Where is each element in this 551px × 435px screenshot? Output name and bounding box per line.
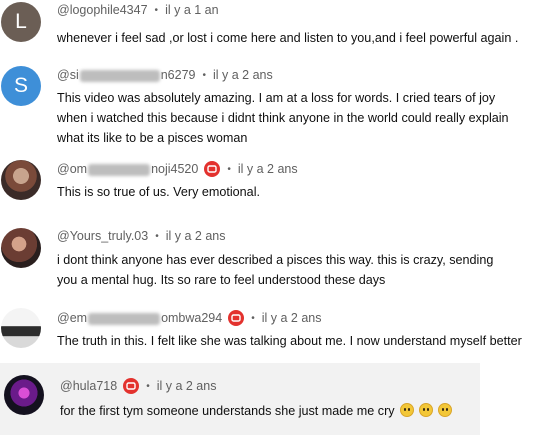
avatar[interactable] (1, 308, 41, 348)
avatar[interactable] (4, 375, 44, 415)
comment-meta: @em ombwa294 • il y a 2 ans (57, 310, 322, 326)
comment-time[interactable]: il y a 2 ans (262, 311, 322, 325)
comment-item: @om noji4520 • il y a 2 ans This is so tr… (0, 150, 551, 218)
comment-author[interactable]: @Yours_truly.03 (57, 229, 148, 243)
comment-meta: @om noji4520 • il y a 2 ans (57, 161, 298, 177)
comment-time[interactable]: il y a 2 ans (213, 68, 273, 82)
comment-author[interactable]: @logophile4347 (57, 3, 148, 17)
comment-meta: @si n6279 • il y a 2 ans (57, 68, 273, 82)
redacted-blur (88, 312, 161, 325)
avatar[interactable]: S (1, 66, 41, 106)
separator-dot: • (146, 380, 150, 392)
pleading-face-emoji (399, 403, 414, 417)
comment-item: L @logophile4347 • il y a 1 an whenever … (0, 0, 551, 60)
recording-badge-icon (123, 378, 140, 394)
comment-author[interactable]: @om noji4520 (57, 162, 198, 176)
pleading-face-emoji (418, 403, 433, 417)
comment-author[interactable]: @si n6279 (57, 68, 195, 82)
redacted-blur (79, 69, 160, 82)
avatar[interactable] (1, 228, 41, 268)
recording-badge-icon (204, 161, 221, 177)
comment-text: for the first tym someone understands sh… (60, 401, 452, 421)
pleading-face-emoji (437, 403, 452, 417)
comment-item: @Yours_truly.03 • il y a 2 ans i dont th… (0, 218, 551, 298)
comment-text: whenever i feel sad ,or lost i come here… (57, 31, 519, 45)
comment-item: S @si n6279 • il y a 2 ans This video was… (0, 60, 551, 150)
separator-dot: • (251, 312, 255, 324)
comment-author[interactable]: @em ombwa294 (57, 311, 222, 325)
comment-text: i dont think anyone has ever described a… (57, 253, 494, 287)
separator-dot: • (154, 4, 159, 16)
comment-time[interactable]: il y a 1 an (165, 3, 219, 17)
separator-dot: • (202, 69, 206, 81)
separator-dot: • (155, 230, 159, 242)
redacted-blur (88, 163, 151, 176)
avatar[interactable] (1, 160, 41, 200)
comment-text: This is so true of us. Very emotional. (57, 185, 260, 199)
comment-author[interactable]: @hula718 (60, 379, 117, 393)
comment-time[interactable]: il y a 2 ans (238, 162, 298, 176)
comment-text: This video was absolutely amazing. I am … (57, 91, 509, 145)
comment-meta: @hula718 • il y a 2 ans (60, 378, 216, 394)
avatar[interactable]: L (1, 2, 41, 42)
comment-time[interactable]: il y a 2 ans (166, 229, 226, 243)
recording-badge-icon (228, 310, 245, 326)
comment-time[interactable]: il y a 2 ans (157, 379, 217, 393)
comment-meta: @logophile4347 • il y a 1 an (57, 3, 219, 17)
separator-dot: • (227, 163, 231, 175)
comment-item: @em ombwa294 • il y a 2 ans The truth in … (0, 298, 551, 360)
comment-item: @hula718 • il y a 2 ans for the first ty… (0, 363, 551, 435)
comment-text: The truth in this. I felt like she was t… (57, 334, 522, 348)
comment-meta: @Yours_truly.03 • il y a 2 ans (57, 229, 226, 243)
